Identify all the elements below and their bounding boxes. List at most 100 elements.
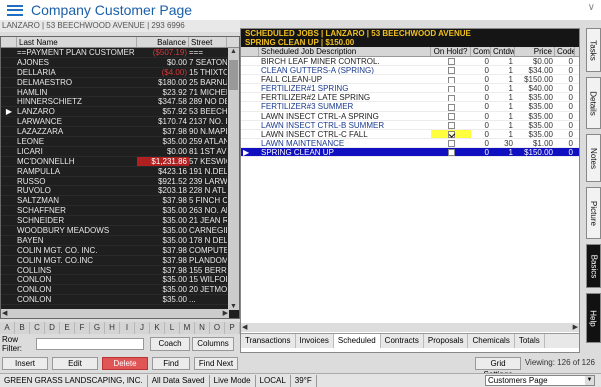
customer-row[interactable]: CONLON $35.00... (1, 295, 229, 306)
on-hold-checkbox[interactable] (447, 122, 455, 129)
on-hold-checkbox[interactable] (447, 67, 455, 75)
col-header-balance[interactable]: Balance (137, 37, 189, 47)
alphabet-letter-c[interactable]: C (30, 322, 45, 334)
customer-row[interactable]: ==PAYMENT PLAN CUSTOMER ($507.19) === (1, 48, 229, 58)
customer-row[interactable]: CONLON $35.00 20 JETMO (1, 285, 229, 296)
job-row[interactable]: FERTILIZER#3 SUMMER 0 1 $35.00 0 (241, 102, 579, 112)
tab-scheduled[interactable]: Scheduled (333, 334, 381, 348)
scroll-right-icon[interactable]: ▶ (573, 323, 578, 331)
customer-row[interactable]: RUSSO $921.52 239 LARW (1, 177, 229, 187)
col-header-price[interactable]: Price (515, 47, 555, 56)
alphabet-letter-k[interactable]: K (150, 322, 165, 334)
col-header-description[interactable]: Scheduled Job Description (259, 47, 431, 56)
tab-totals[interactable]: Totals (515, 334, 545, 348)
alphabet-letter-o[interactable]: O (210, 322, 225, 334)
customer-row[interactable]: MC'DONNELLH $1,231.8657 KESWIC (1, 156, 229, 167)
customer-row[interactable]: CONLON $35.0015 WILFOR (1, 275, 229, 286)
side-tab-help[interactable]: Help (586, 293, 601, 343)
tab-contracts[interactable]: Contracts (381, 334, 424, 348)
alphabet-letter-m[interactable]: M (180, 322, 195, 334)
job-row[interactable]: ▶ SPRING CLEAN UP 0 1 $150.00 0 (241, 147, 579, 158)
customer-row[interactable]: SCHAFFNER $35.00 263 NO. Al (1, 206, 229, 217)
col-header-on-hold[interactable]: On Hold? (431, 47, 471, 56)
side-tab-notes[interactable]: Notes (586, 134, 601, 182)
on-hold-checkbox[interactable] (447, 149, 455, 157)
alphabet-letter-l[interactable]: L (165, 322, 180, 334)
job-row[interactable]: BIRCH LEAF MINER CONTROL. 0 1 $0.00 0 (241, 57, 579, 67)
on-hold-checkbox[interactable] (447, 85, 455, 93)
vertical-scrollbar[interactable]: ▲ ▼ (228, 48, 239, 310)
customer-row[interactable]: SALTZMAN $37.98 5 FINCH C (1, 196, 229, 207)
customer-row[interactable]: LARWANCE $170.742137 NO. D (1, 117, 229, 128)
on-hold-checkbox[interactable] (447, 76, 455, 84)
insert-button[interactable]: Insert (2, 357, 48, 370)
customer-row[interactable]: LEONE $35.00 259 ATLAN (1, 137, 229, 147)
customer-row[interactable]: WOODBURY MEADOWS $35.00 CARNEGIE (1, 226, 229, 236)
on-hold-checkbox[interactable] (447, 94, 455, 102)
dropdown-arrow-icon[interactable]: ▼ (585, 376, 594, 385)
customer-row[interactable]: RAMPULLA $423.16 191 N.DEL (1, 167, 229, 177)
job-row[interactable]: CLEAN GUTTERS-A (SPRING) 0 1 $34.00 0 (241, 66, 579, 76)
alphabet-letter-n[interactable]: N (195, 322, 210, 334)
tab-proposals[interactable]: Proposals (424, 334, 469, 348)
on-hold-checkbox[interactable] (447, 103, 455, 111)
alphabet-letter-f[interactable]: F (75, 322, 90, 334)
on-hold-checkbox[interactable] (447, 112, 455, 120)
customer-row[interactable]: COLLINS $37.98155 BERRY (1, 266, 229, 276)
customer-row[interactable]: HAMLIN $23.92 71 MICHEL (1, 88, 229, 98)
alphabet-letter-i[interactable]: I (120, 322, 135, 334)
job-row[interactable]: FALL CLEAN-UP 0 1 $150.00 0 (241, 75, 579, 85)
customer-row[interactable]: DELMAESTRO $180.00 25 BARNUI (1, 78, 229, 88)
job-row[interactable]: FERTILIZER#1 SPRING 0 1 $40.00 0 (241, 84, 579, 94)
side-tab-tasks[interactable]: Tasks (586, 28, 601, 72)
jobs-horizontal-scrollbar[interactable]: ◀ ▶ (241, 323, 579, 332)
job-row[interactable]: LAWN INSECT CTRL-C FALL 0 1 $35.00 0 (241, 129, 579, 139)
side-tab-basics[interactable]: Basics (586, 244, 601, 288)
on-hold-checkbox[interactable] (447, 131, 455, 138)
coach-button[interactable]: Coach (150, 337, 190, 351)
scroll-up-icon[interactable]: ▲ (230, 48, 237, 55)
alphabet-letter-d[interactable]: D (45, 322, 60, 334)
alphabet-letter-j[interactable]: J (135, 322, 150, 334)
delete-button[interactable]: Delete (102, 357, 148, 370)
alphabet-letter-e[interactable]: E (60, 322, 75, 334)
collapse-chevron-icon[interactable]: ∨ (588, 2, 595, 13)
scroll-left-icon[interactable]: ◀ (2, 309, 7, 317)
alphabet-letter-a[interactable]: A (0, 322, 15, 334)
alphabet-letter-b[interactable]: B (15, 322, 30, 334)
customer-row[interactable]: HINNERSCHIETZ $347.58 289 NO DE (1, 97, 229, 108)
customer-row[interactable]: SCHNEIDER $35.00 21 JEAN R (1, 216, 229, 227)
menu-icon[interactable] (7, 4, 23, 16)
customer-row[interactable]: DELLARIA ($4.00) 15 THIXTO (1, 68, 229, 78)
find-next-button[interactable]: Find Next (194, 357, 238, 370)
customer-row[interactable]: LAZAZZARA $37.98 90 N.MAPL (1, 127, 229, 138)
customer-row[interactable]: COLIN MGT. CO.INC $37.98 PLANDOMI (1, 256, 229, 266)
tab-chemicals[interactable]: Chemicals (468, 334, 515, 348)
on-hold-checkbox[interactable] (447, 58, 455, 66)
customer-row[interactable]: BAYEN $35.00 178 N DEL (1, 236, 229, 246)
tab-transactions[interactable]: Transactions (241, 334, 296, 348)
side-tab-details[interactable]: Details (586, 77, 601, 129)
alphabet-letter-h[interactable]: H (105, 322, 120, 334)
customer-row[interactable]: RUVOLO $203.18 228 N ATL (1, 186, 229, 197)
col-header-street[interactable]: Street (189, 37, 227, 47)
alphabet-letter-p[interactable]: P (225, 322, 240, 334)
scroll-right-icon[interactable]: ▶ (223, 309, 228, 317)
customer-row[interactable]: ▶ LANZARO $57.92 53 BEECH (1, 107, 229, 118)
customer-row[interactable]: LICARI $0.0081 1ST AVE (1, 147, 229, 157)
col-header-comp[interactable]: Comp (471, 47, 491, 56)
col-header-cntdwn[interactable]: Cntdwn (491, 47, 515, 56)
row-filter-input[interactable] (36, 338, 144, 350)
col-header-last-name[interactable]: Last Name (17, 37, 137, 47)
job-row[interactable]: LAWN MAINTENANCE 0 30 $1.00 0 (241, 139, 579, 148)
col-header-code[interactable]: Code (555, 47, 575, 56)
customer-row[interactable]: COLIN MGT. CO. INC. $37.98COMPUTER (1, 246, 229, 256)
find-button[interactable]: Find (152, 357, 190, 370)
on-hold-checkbox[interactable] (447, 140, 455, 147)
horizontal-scrollbar[interactable]: ◀ ▶ (1, 309, 229, 318)
customer-row[interactable]: AJONES $0.00 7 SEATON (1, 58, 229, 68)
job-row[interactable]: LAWN INSECT CTRL-A SPRING 0 1 $35.00 0 (241, 112, 579, 121)
scroll-down-icon[interactable]: ▼ (230, 303, 237, 310)
page-select[interactable]: Customers Page ▼ (485, 375, 595, 386)
columns-button[interactable]: Columns (192, 337, 234, 351)
